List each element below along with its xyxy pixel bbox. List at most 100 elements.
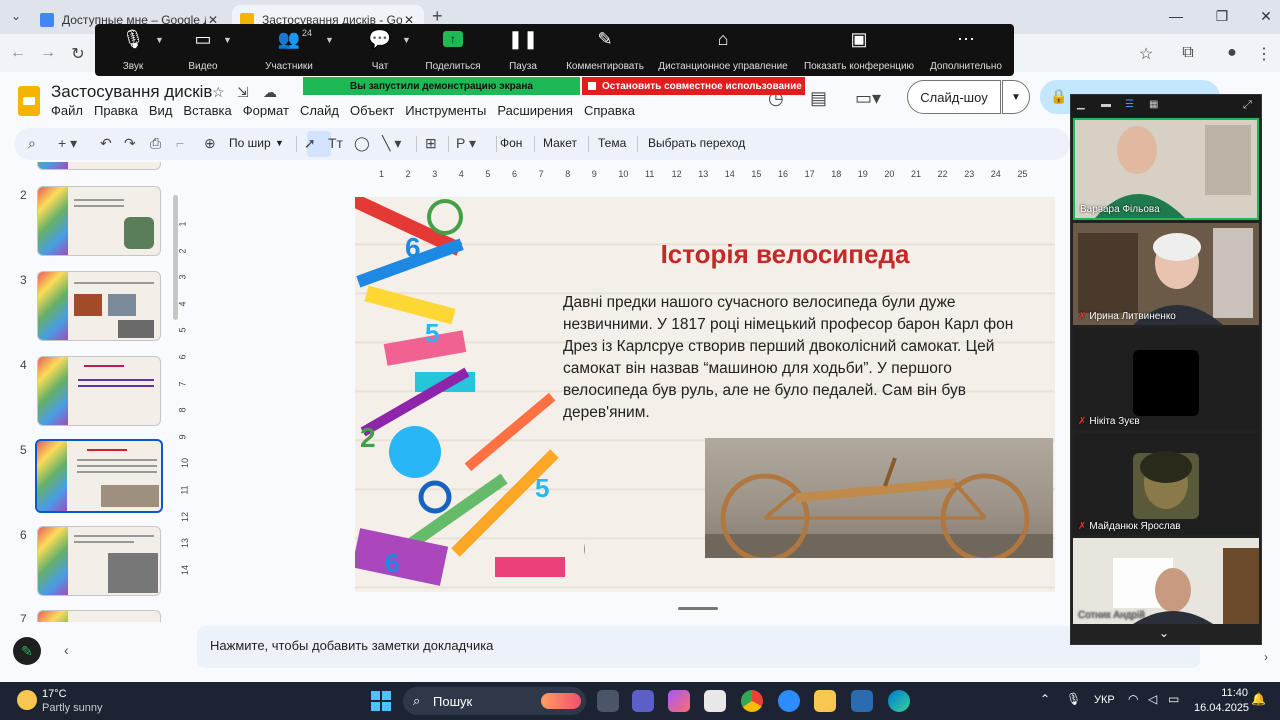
google-slides-logo-icon[interactable] (18, 86, 40, 116)
menu-view[interactable]: Вид (149, 103, 173, 118)
share-screen-button[interactable]: ↑ Поделиться (423, 24, 483, 76)
clock-date[interactable]: 16.04.2025 (1194, 702, 1249, 714)
weather-description[interactable]: Partly sunny (42, 702, 103, 714)
single-view-icon[interactable]: ▬ (1101, 99, 1111, 110)
slide-thumbnail-selected[interactable] (35, 439, 163, 513)
clock-time[interactable]: 11:40 (1212, 687, 1248, 699)
browser-menu-icon[interactable]: ⋮ (1254, 44, 1274, 64)
window-maximize-button[interactable]: ❐ (1212, 8, 1232, 25)
menu-insert[interactable]: Вставка (183, 103, 231, 118)
store-icon[interactable] (704, 690, 726, 712)
notes-resize-handle[interactable] (678, 607, 718, 610)
more-participants-chevron-icon[interactable]: ⌄ (1159, 626, 1169, 640)
notifications-bell-icon[interactable]: 🔔 (1251, 692, 1266, 706)
weather-temperature[interactable]: 17°C (42, 688, 67, 700)
volume-icon[interactable]: ◁ (1148, 692, 1157, 706)
undo-icon[interactable]: ↶ (100, 135, 112, 152)
zoom-icon[interactable]: ⊕ (204, 135, 216, 152)
wifi-icon[interactable]: ◠ (1128, 692, 1138, 706)
current-slide[interactable]: 6 5 2 5 6 Історія велосипеда Давні предк… (355, 197, 1055, 592)
show-hidden-icons-chevron-icon[interactable]: ⌃ (1040, 692, 1050, 706)
side-panel-toggle-icon[interactable]: › (1264, 650, 1280, 668)
participant-tile[interactable]: ✗ Ирина Литвиненко (1073, 223, 1259, 325)
minimize-panel-icon[interactable]: ▁ (1077, 99, 1085, 110)
layout-button[interactable]: Макет (543, 136, 577, 150)
teams-icon[interactable] (632, 690, 654, 712)
paint-format-icon[interactable]: ⌐ (176, 135, 184, 151)
menu-edit[interactable]: Правка (94, 103, 138, 118)
video-button[interactable]: ▭ Видео ▼ (183, 24, 232, 76)
menu-object[interactable]: Объект (350, 103, 394, 118)
transition-button[interactable]: Выбрать переход (648, 136, 745, 150)
chevron-down-icon[interactable]: ▼ (275, 138, 284, 148)
comments-icon[interactable]: ▤ (810, 88, 827, 109)
window-minimize-button[interactable]: — (1166, 8, 1186, 24)
defender-icon[interactable] (851, 690, 873, 712)
copilot-icon[interactable] (668, 690, 690, 712)
slideshow-button[interactable]: Слайд-шоу (907, 80, 1001, 114)
profile-avatar[interactable]: ● (1222, 44, 1242, 62)
remote-control-button[interactable]: ⌂ Дистанционное управление (658, 24, 787, 76)
pause-share-button[interactable]: ❚❚ Пауза (503, 24, 543, 76)
draisine-photo[interactable] (705, 438, 1053, 558)
tab-search-icon[interactable]: ⌄ (8, 9, 24, 25)
move-folder-icon[interactable]: ⇲ (237, 84, 249, 101)
slide-body-text[interactable]: Давні предки нашого сучасного велосипеда… (563, 292, 1038, 424)
zoom-app-icon[interactable] (778, 690, 800, 712)
chrome-icon[interactable] (741, 690, 763, 712)
background-button[interactable]: Фон (500, 136, 522, 150)
star-icon[interactable]: ☆ (212, 84, 225, 101)
menu-file[interactable]: Файл (51, 103, 83, 118)
chevron-down-icon[interactable]: ▼ (325, 35, 334, 45)
windows-start-icon[interactable] (371, 691, 391, 711)
document-title[interactable]: Застосування дисків (51, 82, 212, 102)
cloud-status-icon[interactable]: ☁ (263, 84, 277, 101)
menu-slide[interactable]: Слайд (300, 103, 339, 118)
participants-button[interactable]: 👥 24 Участники ▼ (259, 24, 334, 76)
chevron-down-icon[interactable]: ▼ (402, 35, 411, 45)
reload-icon[interactable]: ↻ (68, 44, 88, 64)
menu-extensions[interactable]: Расширения (497, 103, 573, 118)
line-icon[interactable]: ╲ ▾ (382, 135, 401, 152)
forward-arrow-icon[interactable]: → (38, 44, 58, 62)
slide-thumbnail[interactable] (37, 526, 161, 596)
text-box-icon[interactable]: Tт (328, 135, 343, 151)
task-view-icon[interactable] (597, 690, 619, 712)
strip-view-icon[interactable]: ☰ (1125, 99, 1134, 110)
audio-button[interactable]: 🎙 Звук ▼ (113, 24, 164, 76)
window-close-button[interactable]: ✕ (1256, 8, 1276, 25)
cursor-select-icon[interactable]: ➚ (304, 135, 316, 152)
slide-thumbnail[interactable] (37, 162, 161, 170)
participant-tile[interactable]: ✗ Нікіта Зуєв (1073, 328, 1259, 430)
taskbar-search[interactable]: ⌕ Пошук (403, 687, 586, 715)
zoom-select[interactable]: По шир (229, 136, 271, 150)
menu-tools[interactable]: Инструменты (405, 103, 486, 118)
file-explorer-icon[interactable] (814, 690, 836, 712)
slide-thumbnail[interactable] (37, 610, 161, 622)
input-language[interactable]: УКР (1094, 694, 1115, 706)
slide-thumbnail[interactable] (37, 186, 161, 256)
search-menus-icon[interactable]: ⌕ (28, 135, 36, 152)
redo-icon[interactable]: ↷ (124, 135, 136, 152)
tray-microphone-icon[interactable]: 🎙 (1066, 692, 1081, 706)
shape-icon[interactable]: ◯ (354, 135, 370, 152)
participant-tile[interactable]: Сотник Андрій (1073, 538, 1259, 624)
extensions-icon[interactable]: ⧉ (1178, 44, 1198, 62)
more-button[interactable]: ⋯ Дополнительно (929, 24, 1003, 76)
pen-annotate-icon[interactable]: P ▾ (456, 135, 476, 152)
grid-view-icon[interactable]: ▦ (1149, 99, 1158, 110)
explore-pen-icon[interactable]: ✎ (13, 637, 41, 665)
menu-help[interactable]: Справка (584, 103, 635, 118)
speaker-notes[interactable]: Нажмите, чтобы добавить заметки докладчи… (197, 626, 1200, 668)
back-arrow-icon[interactable]: ← (8, 44, 28, 62)
insert-comment-icon[interactable]: ⊞ (425, 135, 437, 152)
meet-video-icon[interactable]: ▭▾ (855, 88, 881, 109)
battery-icon[interactable]: ▭ (1168, 692, 1179, 706)
collapse-filmstrip-chevron-icon[interactable]: ‹ (64, 642, 69, 658)
participant-tile[interactable]: ✗ Майданюк Ярослав (1073, 433, 1259, 535)
expand-panel-icon[interactable]: ⤢ (1243, 99, 1252, 112)
chevron-down-icon[interactable]: ▼ (155, 35, 164, 45)
chevron-down-icon[interactable]: ▼ (223, 35, 232, 45)
annotate-button[interactable]: ✎ Комментировать (565, 24, 645, 76)
show-meeting-button[interactable]: ▣ Показать конференцию (802, 24, 916, 76)
